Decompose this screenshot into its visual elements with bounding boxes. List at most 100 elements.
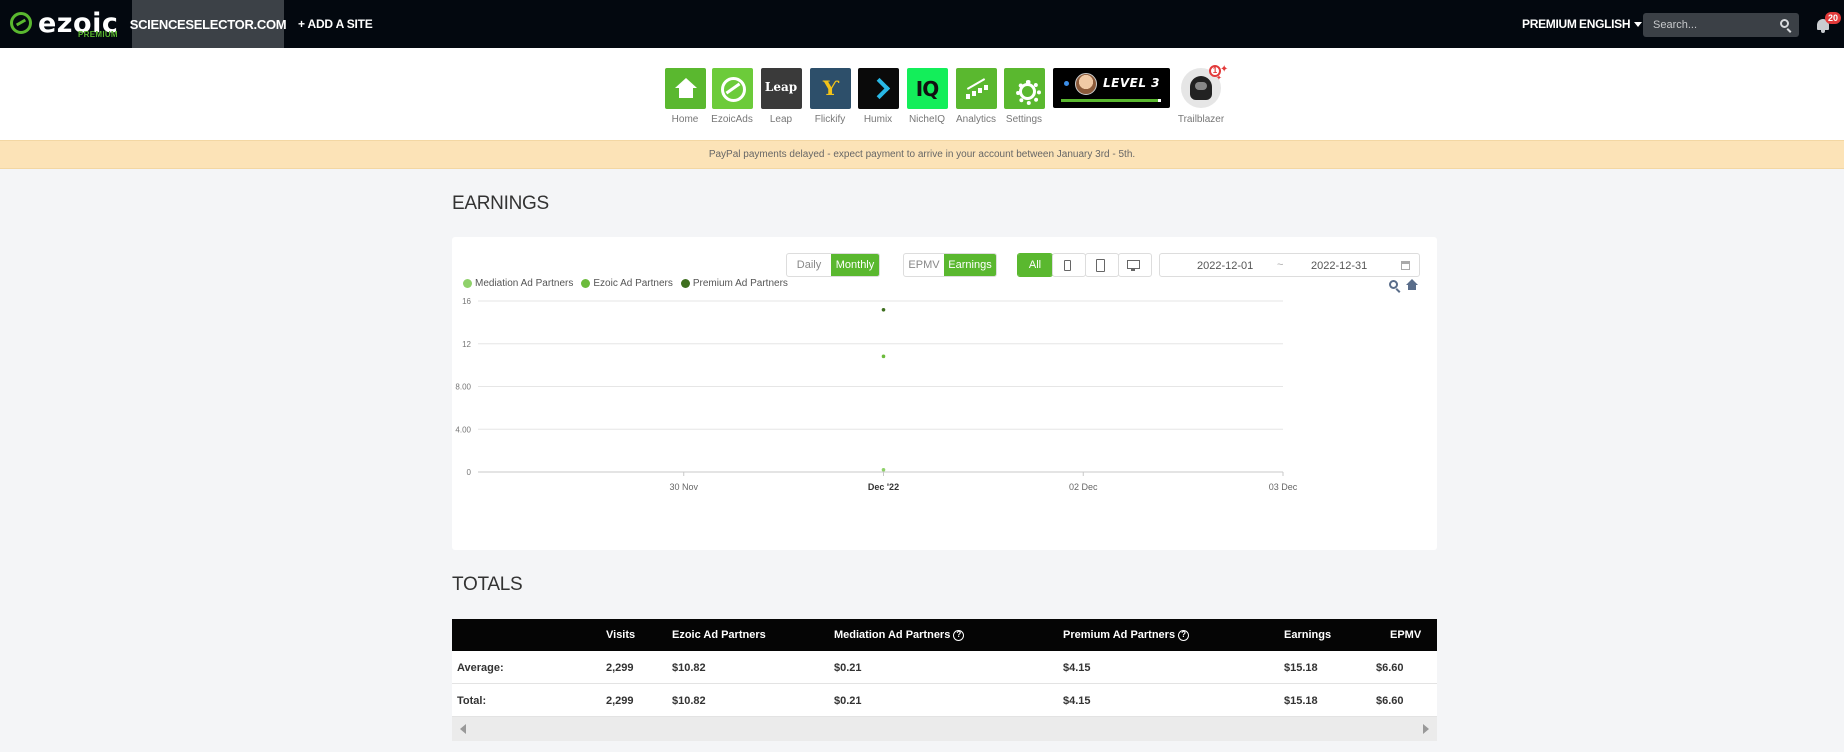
ezoic-ads-icon — [711, 68, 753, 109]
column-header-earnings: Earnings — [1284, 629, 1332, 641]
legend-label: Premium Ad Partners — [692, 278, 788, 289]
paypal-notice-banner: PayPal payments delayed - expect payment… — [0, 140, 1844, 169]
x-tick-label: 03 Dec — [1269, 482, 1298, 492]
mobile-device-icon[interactable] — [1052, 253, 1086, 277]
metric-toggle: EPMV Earnings — [903, 253, 997, 277]
app-nicheiq[interactable]: IQ NicheIQ — [906, 68, 948, 125]
period-daily-button[interactable]: Daily — [787, 254, 831, 276]
column-header-premium: Premium Ad Partners? — [1063, 629, 1190, 641]
legend-swatch — [581, 279, 591, 288]
date-to: 2022-12-31 — [1311, 260, 1368, 272]
scroll-left-icon[interactable] — [460, 724, 466, 734]
totals-table: Visits Ezoic Ad Partners Mediation Ad Pa… — [452, 619, 1437, 741]
language-label: ENGLISH — [1579, 17, 1631, 31]
trailblazer-label: Trailblazer — [1177, 114, 1225, 125]
app-leap[interactable]: Leap Leap — [760, 68, 802, 125]
device-all-label: All — [1018, 254, 1052, 276]
site-tab[interactable]: SCIENCESELECTOR.COM — [130, 0, 287, 48]
app-home[interactable]: Home — [664, 68, 706, 125]
sparkle-icon: ✦ — [1216, 75, 1222, 82]
premium-link[interactable]: PREMIUM — [1522, 17, 1577, 31]
app-settings[interactable]: Settings — [1003, 68, 1045, 125]
device-all-button[interactable]: All — [1017, 253, 1053, 277]
tablet-device-icon[interactable] — [1085, 253, 1119, 277]
legend-swatch — [680, 279, 690, 288]
settings-icon — [1003, 68, 1045, 109]
y-tick-label: 16 — [462, 297, 471, 306]
calendar-icon — [1401, 261, 1410, 270]
home-icon — [664, 68, 706, 109]
column-header-mediation: Mediation Ad Partners? — [834, 629, 965, 641]
cell-premium: $4.15 — [1063, 662, 1091, 674]
search-input[interactable] — [1643, 13, 1799, 37]
app-flickify[interactable]: Ƴ Flickify — [809, 68, 851, 125]
x-tick-label: 30 Nov — [669, 482, 698, 492]
app-launcher-strip: Home EzoicAds Leap Leap Ƴ Flickify Humix… — [0, 48, 1844, 140]
table-header: Visits Ezoic Ad Partners Mediation Ad Pa… — [452, 619, 1437, 651]
ezoic-logo-icon — [10, 12, 32, 34]
avatar — [1075, 73, 1097, 95]
app-label: Settings — [1005, 114, 1043, 125]
humix-icon — [857, 68, 899, 109]
cell-epmv: $6.60 — [1376, 695, 1404, 707]
language-dropdown[interactable]: ENGLISH — [1579, 17, 1643, 31]
legend-item-ezoic[interactable]: Ezoic Ad Partners — [581, 278, 673, 289]
cell-ezoic: $10.82 — [672, 662, 706, 674]
data-point — [881, 307, 886, 312]
app-ezoicads[interactable]: EzoicAds — [711, 68, 753, 125]
level-badge[interactable]: LEVEL 3 — [1053, 68, 1170, 108]
table-row: Total: 2,299 $10.82 $0.21 $4.15 $15.18 $… — [452, 684, 1437, 717]
chevron-down-icon — [1634, 22, 1643, 28]
ezoic-logo[interactable]: ezoic PREMIUM — [8, 6, 126, 42]
data-point — [881, 354, 886, 359]
nicheiq-icon: IQ — [906, 68, 948, 109]
legend-label: Ezoic Ad Partners — [593, 278, 673, 289]
desktop-device-icon[interactable] — [1118, 253, 1152, 277]
cell-mediation: $0.21 — [834, 695, 862, 707]
date-range-picker[interactable]: 2022-12-01 ~ 2022-12-31 — [1159, 253, 1420, 277]
y-tick-label: 0 — [467, 468, 472, 477]
app-analytics[interactable]: Analytics — [955, 68, 997, 125]
legend-swatch — [463, 279, 472, 288]
y-tick-label: 4.00 — [455, 425, 471, 434]
legend-label: Mediation Ad Partners — [475, 278, 574, 289]
flickify-icon-glyph: Ƴ — [822, 76, 838, 100]
status-dot-icon — [1064, 81, 1069, 86]
zoom-icon[interactable] — [1389, 280, 1398, 289]
metric-epmv-button[interactable]: EPMV — [904, 254, 944, 276]
level-progress-fill — [1061, 99, 1158, 102]
legend-item-mediation[interactable]: Mediation Ad Partners — [463, 278, 573, 289]
horizontal-scrollbar[interactable] — [452, 717, 1437, 741]
metric-earnings-button[interactable]: Earnings — [944, 254, 996, 276]
flickify-icon: Ƴ — [809, 68, 851, 109]
trailblazer-button[interactable]: 1 ✦ ✦ — [1180, 64, 1228, 110]
cell-epmv: $6.60 — [1376, 662, 1404, 674]
add-site-link[interactable]: + ADD A SITE — [298, 0, 373, 48]
reset-zoom-home-icon[interactable] — [1406, 279, 1418, 291]
column-header-ezoic: Ezoic Ad Partners — [672, 629, 766, 641]
date-separator: ~ — [1277, 259, 1284, 271]
cell-visits: 2,299 — [606, 695, 634, 707]
period-toggle: Daily Monthly — [786, 253, 880, 277]
analytics-icon — [955, 68, 997, 109]
cell-earnings: $15.18 — [1284, 662, 1318, 674]
cell-mediation: $0.21 — [834, 662, 862, 674]
level-progress-bar — [1061, 99, 1161, 102]
date-from: 2022-12-01 — [1197, 260, 1254, 272]
legend-item-premium[interactable]: Premium Ad Partners — [680, 278, 788, 289]
scroll-right-icon[interactable] — [1423, 724, 1429, 734]
earnings-title: EARNINGS — [452, 193, 549, 214]
notification-count-badge: 20 — [1825, 12, 1842, 24]
search-icon[interactable] — [1780, 19, 1789, 28]
row-label: Total: — [457, 695, 487, 707]
help-icon[interactable]: ? — [953, 629, 965, 641]
data-point — [881, 467, 886, 472]
period-monthly-button[interactable]: Monthly — [831, 254, 879, 276]
earnings-card: 0 4.00 8.00 12 16 30 Nov Dec '22 02 Dec 03 Dec D… — [452, 237, 1437, 550]
help-icon[interactable]: ? — [1178, 629, 1190, 641]
leap-icon-text: Leap — [764, 80, 798, 94]
cell-premium: $4.15 — [1063, 695, 1091, 707]
y-tick-label: 8.00 — [455, 383, 471, 392]
y-tick-label: 12 — [462, 340, 471, 349]
app-humix[interactable]: Humix — [857, 68, 899, 125]
